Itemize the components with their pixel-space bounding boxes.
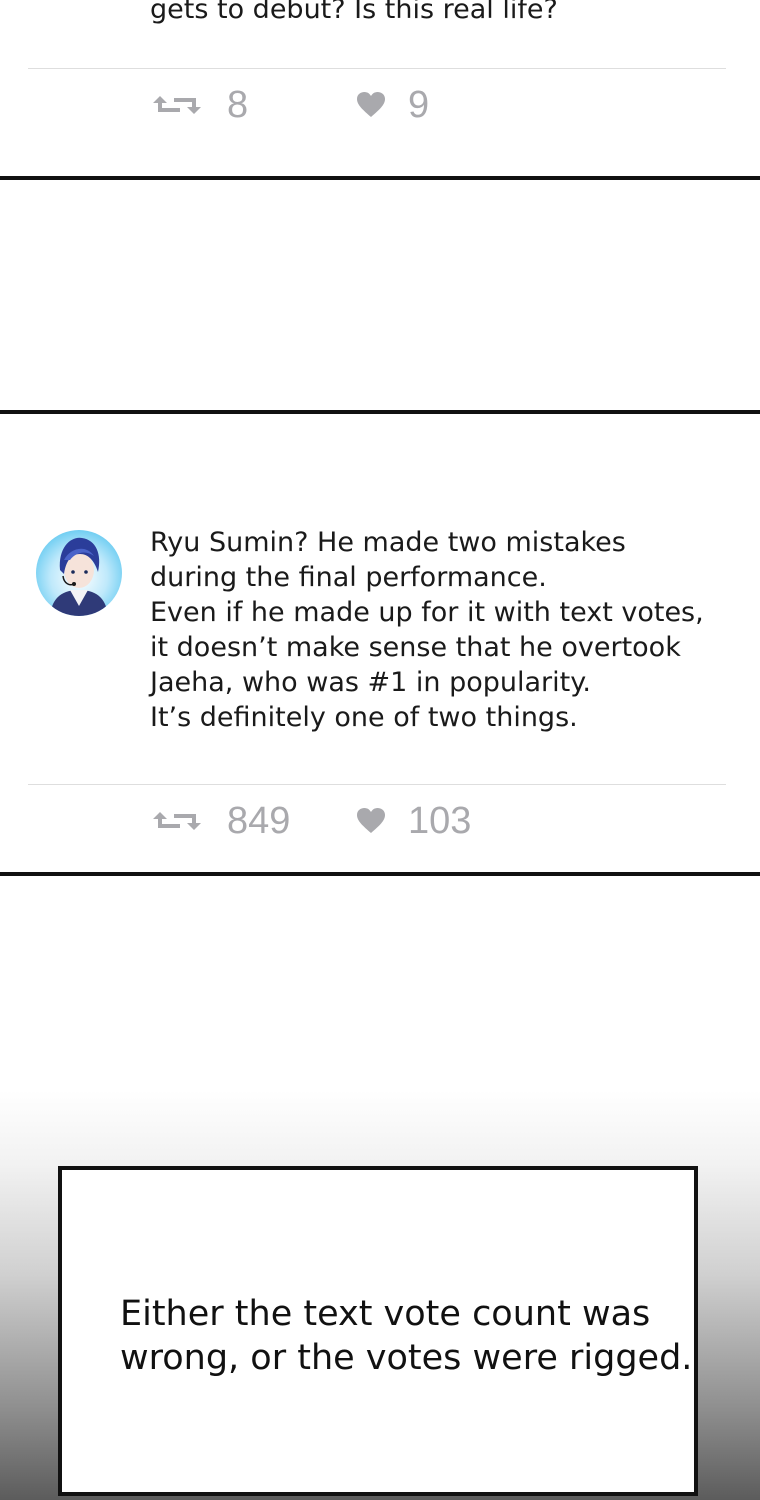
post-2-retweet-count: 849 — [227, 800, 291, 842]
caption-text: Either the text vote count was wrong, or… — [120, 1294, 693, 1378]
panel-border — [0, 410, 760, 414]
post-2-divider — [28, 784, 726, 785]
post-2-text: Ryu Sumin? He made two mistakes during t… — [150, 527, 704, 733]
heart-icon[interactable] — [356, 90, 386, 120]
panel-border — [0, 872, 760, 876]
post-2-like-count: 103 — [408, 800, 472, 842]
post-1-retweet-count: 8 — [227, 84, 249, 126]
retweet-icon[interactable] — [150, 806, 204, 836]
heart-icon[interactable] — [356, 806, 386, 836]
panel-border — [0, 176, 760, 180]
retweet-icon[interactable] — [150, 90, 204, 120]
post-1-like-count: 9 — [408, 84, 430, 126]
post-1-divider — [28, 68, 726, 69]
post-1-text: gets to debut? Is this real life? — [150, 0, 558, 25]
caption-box: Either the text vote count was wrong, or… — [58, 1166, 698, 1496]
user-avatar-icon[interactable] — [36, 530, 122, 616]
